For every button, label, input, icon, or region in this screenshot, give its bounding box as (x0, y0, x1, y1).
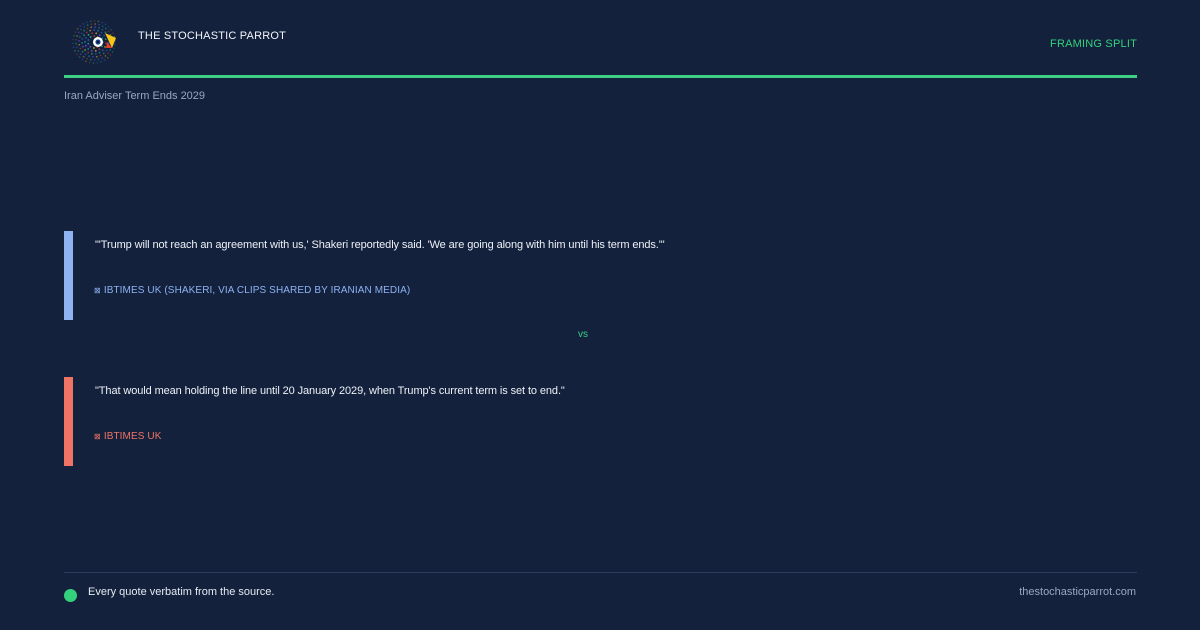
quote-source[interactable]: ⊠ IBTIMES UK (94, 431, 162, 442)
header: THE STOCHASTIC PARROT FRAMING SPLIT (64, 16, 1137, 76)
header-divider (64, 75, 1137, 78)
quote-accent-bar (64, 231, 73, 320)
vs-divider: vs (578, 329, 588, 340)
brand-name[interactable]: THE STOCHASTIC PARROT (138, 30, 286, 42)
quote-accent-bar (64, 377, 73, 466)
quote-text: "That would mean holding the line until … (95, 385, 565, 397)
quote-text: "'Trump will not reach an agreement with… (95, 239, 665, 251)
framing-split-tag: FRAMING SPLIT (1050, 38, 1137, 50)
source-label: IBTIMES UK (SHAKERI, VIA CLIPS SHARED BY… (103, 285, 411, 296)
page-subtitle: Iran Adviser Term Ends 2029 (64, 90, 206, 102)
footer-note: Every quote verbatim from the source. (88, 586, 275, 598)
parrot-logo-icon (72, 20, 116, 64)
quote-card-2: "That would mean holding the line until … (64, 377, 1137, 466)
source-icon: ⊠ (94, 432, 101, 441)
quote-source[interactable]: ⊠ IBTIMES UK (SHAKERI, VIA CLIPS SHARED B… (94, 285, 410, 296)
source-icon: ⊠ (94, 286, 101, 295)
source-label: IBTIMES UK (103, 431, 162, 442)
footer-divider (64, 572, 1137, 573)
site-link[interactable]: thestochasticparrot.com (1019, 586, 1136, 598)
quote-card-1: "'Trump will not reach an agreement with… (64, 231, 1137, 320)
status-dot-icon (64, 589, 77, 602)
